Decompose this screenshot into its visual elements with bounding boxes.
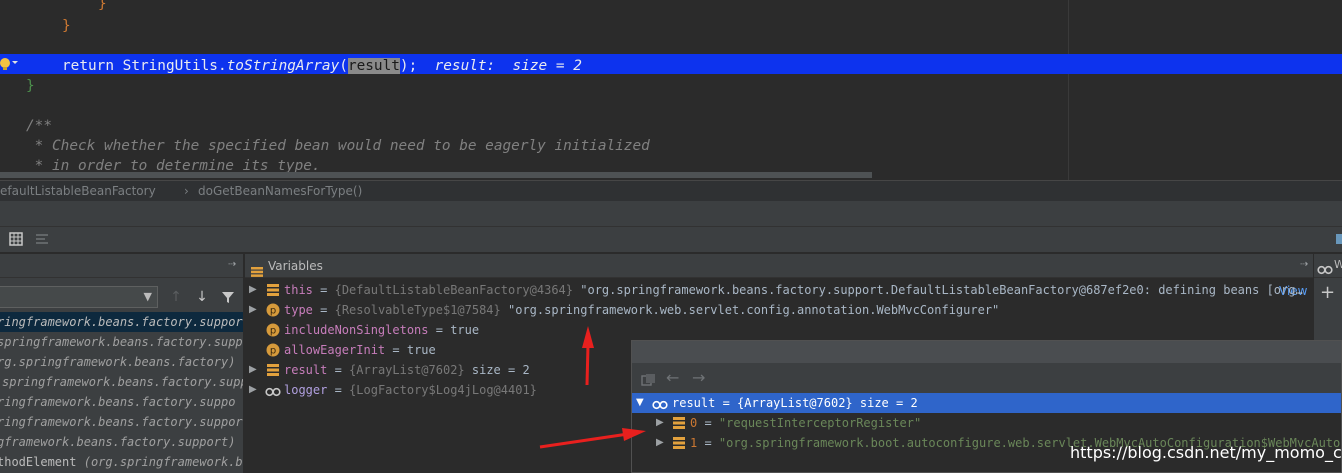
popup-toolbar: ← → <box>632 363 1341 393</box>
field-icon <box>266 363 280 377</box>
parameter-icon: p <box>266 323 280 337</box>
restore-layout-icon[interactable] <box>34 232 50 248</box>
variables-icon <box>251 261 263 277</box>
toolbar-overflow-icon[interactable] <box>1334 232 1342 248</box>
field-icon <box>672 416 686 430</box>
field-icon <box>266 283 280 297</box>
thread-selector-dropdown[interactable]: ▼ <box>0 286 158 308</box>
pin-icon[interactable]: ⇢ <box>1300 259 1308 270</box>
breadcrumb: efaultListableBeanFactory › doGetBeanNam… <box>0 180 1342 201</box>
table-view-icon[interactable] <box>8 232 24 248</box>
collapse-arrow-icon[interactable]: ▼ <box>636 393 644 413</box>
frame-row[interactable]: ringframework.beans.factory.support <box>0 412 243 432</box>
method-ref: toStringArray <box>226 58 340 74</box>
breadcrumb-class[interactable]: efaultListableBeanFactory <box>0 181 156 201</box>
expand-arrow-icon[interactable]: ▶ <box>656 413 664 433</box>
watermark: https://blog.csdn.net/my_momo_csdn <box>1070 443 1342 462</box>
infinity-icon <box>1317 261 1333 275</box>
variable-row-type[interactable]: ▶ p type = {ResolvableType$1@7584} "org.… <box>245 300 1313 320</box>
code-line-outer-brace: } <box>62 18 71 34</box>
tree-row-root[interactable]: ▼ result = {ArrayList@7602} size = 2 <box>632 393 1341 413</box>
expand-arrow-icon[interactable]: ▶ <box>656 433 664 453</box>
frame-row[interactable]: ringframework.beans.factory.suppo <box>0 392 243 412</box>
scrollbar-thumb[interactable] <box>0 172 872 178</box>
frame-row[interactable]: ringframework.beans.factory.suppor <box>0 312 243 332</box>
parameter-icon: p <box>266 303 280 317</box>
inline-debug-value: result: size = 2 <box>434 58 582 74</box>
debug-tool-window-header <box>0 201 1342 227</box>
frame-row[interactable]: thodElement (org.springframework.bea <box>0 452 244 472</box>
variables-header: ⇢ Variables <box>245 254 1313 278</box>
filter-icon[interactable] <box>220 288 236 306</box>
expand-arrow-icon[interactable]: ▶ <box>249 380 259 400</box>
selected-identifier[interactable]: result <box>347 58 400 74</box>
breadcrumb-separator: › <box>184 184 189 198</box>
forward-arrow-icon[interactable]: → <box>692 368 705 387</box>
back-arrow-icon[interactable]: ← <box>666 368 679 387</box>
expand-arrow-icon[interactable]: ▶ <box>249 280 259 300</box>
code-line-return: return StringUtils.toStringArray(result)… <box>62 56 582 76</box>
frame-location: (org.springframework.bea <box>83 455 244 469</box>
expand-arrow-icon[interactable]: ▶ <box>249 360 259 380</box>
paren-open: ( <box>339 58 348 74</box>
breadcrumb-method[interactable]: doGetBeanNamesForType() <box>198 181 362 201</box>
infinity-icon <box>265 384 281 397</box>
code-line-method-close: } <box>26 78 35 94</box>
editor-horizontal-scrollbar[interactable] <box>0 172 872 178</box>
popup-title-bar[interactable] <box>632 341 1341 363</box>
svg-text:p: p <box>270 306 276 317</box>
expand-arrow-icon[interactable]: ▶ <box>249 300 259 320</box>
frames-header: ⇢ <box>0 254 243 278</box>
code-editor[interactable]: } } return StringUtils.toStringArray(res… <box>0 0 1342 180</box>
frame-row[interactable]: gframework.beans.factory.support) <box>0 432 243 452</box>
parameter-icon: p <box>266 343 280 357</box>
paren-close: ); <box>399 58 418 74</box>
frame-method: thodElement <box>0 455 77 469</box>
comment-line-1: * Check whether the specified bean would… <box>26 138 650 154</box>
arrow-up-icon[interactable]: ↑ <box>168 288 184 306</box>
arrow-down-icon[interactable]: ↓ <box>194 288 210 306</box>
debug-toolbar <box>0 227 1342 253</box>
frames-panel: ⇢ ▼ ↑ ↓ ringframework.beans.factory.supp… <box>0 254 244 473</box>
comment-open: /** <box>26 118 52 134</box>
chevron-down-icon: ▼ <box>143 290 152 303</box>
frame-row[interactable]: rg.springframework.beans.factory) <box>0 352 243 372</box>
class-ref: StringUtils. <box>122 58 227 74</box>
add-watch-button[interactable]: + <box>1320 282 1335 303</box>
pin-icon[interactable]: ⇢ <box>228 259 236 270</box>
keyword-return: return <box>62 58 123 74</box>
watches-header: ⇢ W <box>1300 254 1342 278</box>
variable-row-this[interactable]: ▶ this = {DefaultListableBeanFactory@436… <box>245 280 1313 300</box>
variable-row-includeNonSingletons[interactable]: p includeNonSingletons = true <box>245 320 1313 340</box>
lightbulb-icon[interactable] <box>0 55 20 73</box>
frame-row[interactable]: springframework.beans.factory.suppo <box>0 372 243 392</box>
frame-row[interactable]: springframework.beans.factory.support) <box>0 332 243 352</box>
svg-text:p: p <box>270 346 276 357</box>
right-margin-guide <box>1068 0 1069 180</box>
svg-text:p: p <box>270 326 276 337</box>
tree-row-item-0[interactable]: ▶ 0 = "requestInterceptorRegister" <box>632 413 1341 433</box>
infinity-icon <box>652 397 668 410</box>
variables-title: Variables <box>268 259 323 273</box>
watches-tab-label[interactable]: W <box>1334 258 1342 271</box>
code-line-inner-brace: } <box>98 0 107 12</box>
field-icon <box>672 436 686 450</box>
watch-list-icon[interactable] <box>641 372 657 386</box>
